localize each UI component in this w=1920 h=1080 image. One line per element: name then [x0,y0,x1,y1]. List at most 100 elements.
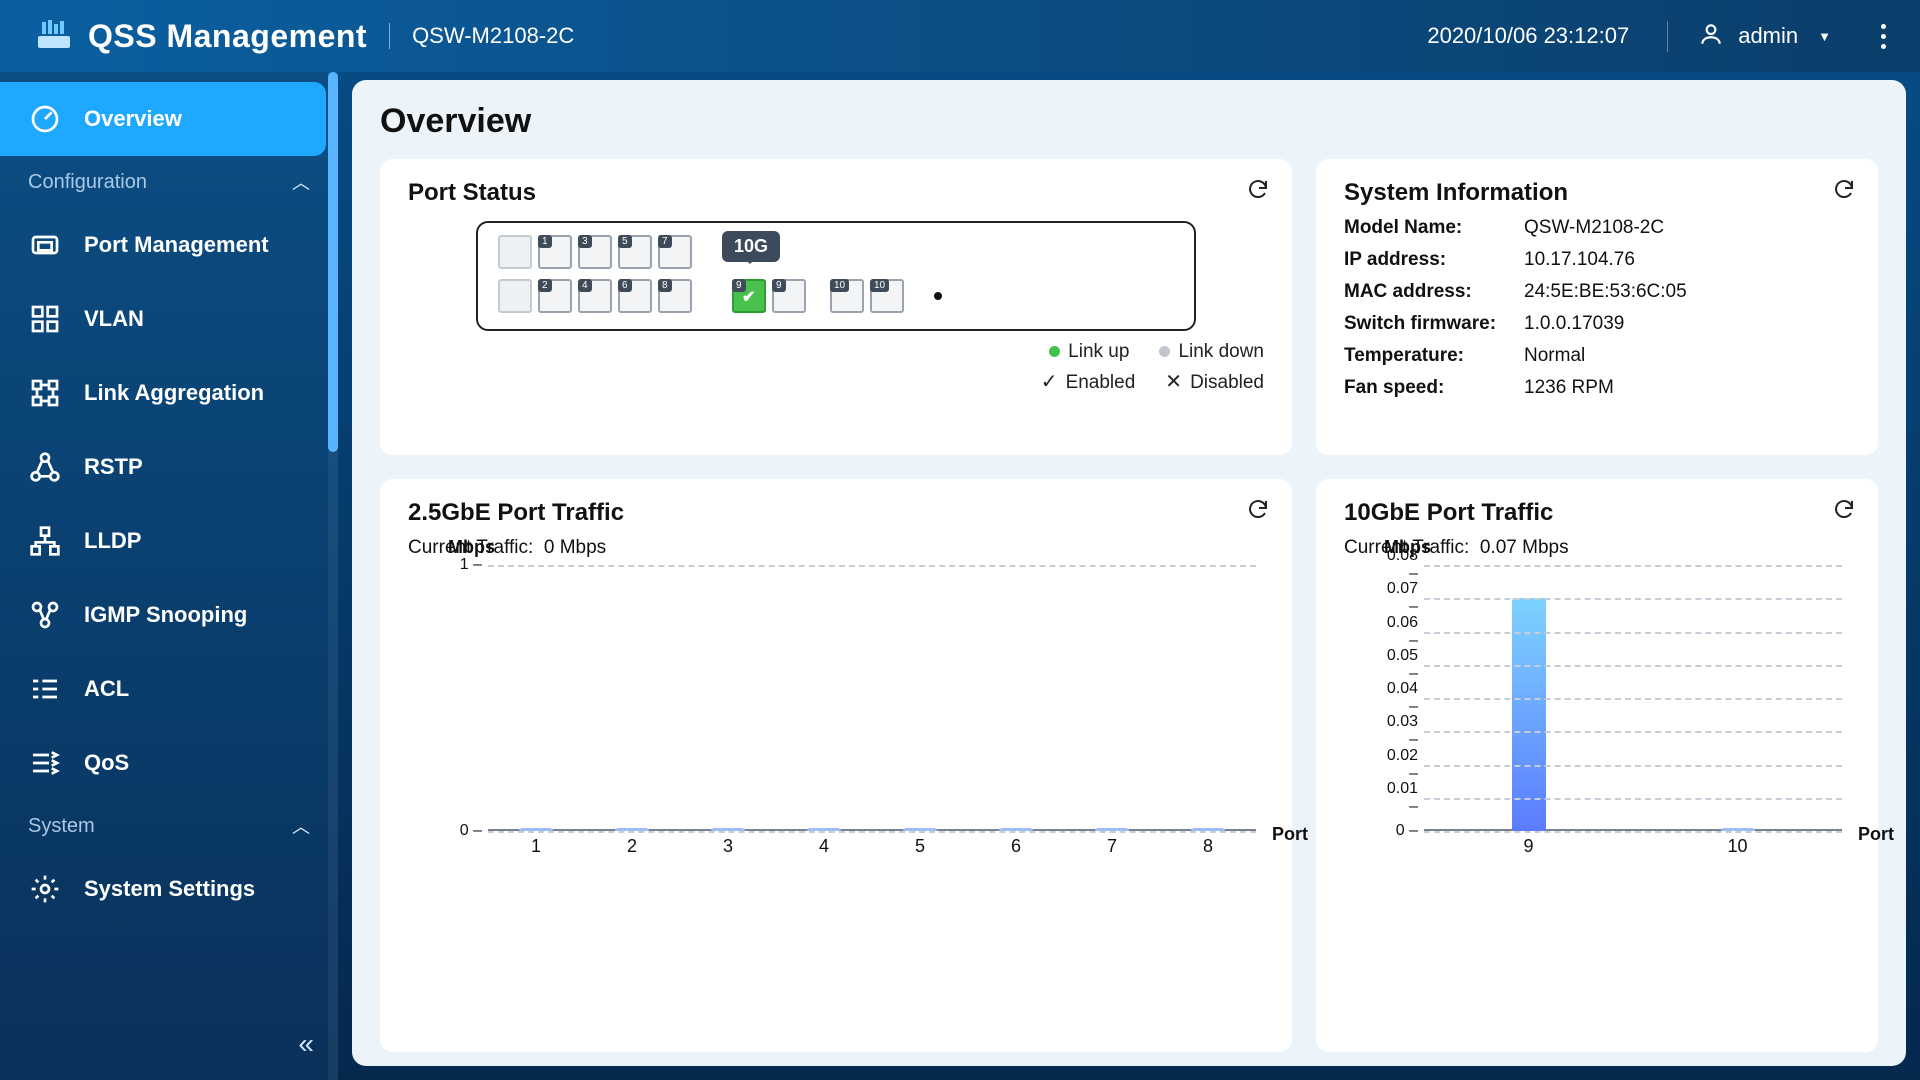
sysinfo-key: Model Name: [1344,217,1514,239]
legend-disabled: ✕Disabled [1165,369,1264,394]
sidebar-item-label: System Settings [84,876,255,902]
port-3[interactable]: 3 [578,235,612,269]
y-tick: 1 – [448,556,482,574]
refresh-button[interactable] [1246,177,1270,206]
sysinfo-key: Temperature: [1344,345,1514,367]
card-port-status: Port Status 1 3 5 7 [380,159,1292,455]
current-traffic-label: Current Traffic: 0 Mbps [408,537,1264,559]
device-model: QSW-M2108-2C [412,23,574,49]
chevron-up-icon: ︿ [292,813,310,839]
chevron-down-icon: ▼ [1818,29,1831,44]
sidebar-item-rstp[interactable]: RSTP [0,430,338,504]
chart-xlabel: Port [1272,824,1308,845]
sidebar: Overview Configuration︿ Port Management … [0,72,338,1080]
user-icon [1698,21,1724,52]
app-logo-icon [34,18,74,54]
chart-xlabel: Port [1858,824,1894,845]
y-tick: 0.04 – [1384,680,1418,716]
sidebar-item-igmp[interactable]: IGMP Snooping [0,578,338,652]
sidebar-section-system[interactable]: System︿ [0,800,338,852]
x-tick: 5 [915,836,925,857]
chart-ylabel: Mbps [448,537,495,558]
port-6[interactable]: 6 [618,279,652,313]
sidebar-section-configuration[interactable]: Configuration︿ [0,156,338,208]
y-tick: 0.01 – [1384,780,1418,816]
sidebar-item-label: ACL [84,676,129,702]
legend-enabled: ✓Enabled [1041,369,1136,394]
current-traffic-value: 0 Mbps [544,537,606,558]
user-menu[interactable]: admin ▼ [1667,21,1861,52]
y-tick: 0.05 – [1384,647,1418,683]
port-10[interactable]: 10 [830,279,864,313]
sidebar-item-label: Link Aggregation [84,380,264,406]
legend-link-down: Link down [1159,341,1264,363]
sysinfo-row: Fan speed: 1236 RPM [1344,377,1850,399]
current-traffic-value: 0.07 Mbps [1480,537,1569,558]
sysinfo-value: 1.0.0.17039 [1524,313,1624,335]
port-slot [498,235,532,269]
port-4[interactable]: 4 [578,279,612,313]
sidebar-item-label: LLDP [84,528,141,554]
app-title: QSS Management [88,18,367,55]
port-1[interactable]: 1 [538,235,572,269]
chevron-up-icon: ︿ [292,169,310,195]
x-tick: 10 [1727,836,1747,857]
x-tick: 9 [1523,836,1533,857]
app-header: QSS Management QSW-M2108-2C 2020/10/06 2… [0,0,1920,72]
more-menu-button[interactable] [1881,24,1886,49]
port-8[interactable]: 8 [658,279,692,313]
port-2[interactable]: 2 [538,279,572,313]
refresh-button[interactable] [1832,177,1856,206]
card-title: 10GbE Port Traffic [1344,499,1850,527]
sidebar-item-link-aggregation[interactable]: Link Aggregation [0,356,338,430]
chart-2p5g: Mbps Port 0 –1 –12345678 [448,565,1256,855]
refresh-button[interactable] [1832,497,1856,526]
port-9[interactable]: 9 [732,279,766,313]
sidebar-item-label: Overview [84,106,182,132]
gauge-icon [28,102,62,136]
card-title: System Information [1344,179,1850,207]
sidebar-item-label: Port Management [84,232,269,258]
sysinfo-key: Fan speed: [1344,377,1514,399]
card-system-info: System Information Model Name: QSW-M2108-… [1316,159,1878,455]
lldp-icon [28,524,62,558]
chart-10g: Mbps Port 0 –0.01 –0.02 –0.03 –0.04 –0.0… [1384,565,1842,855]
page-title: Overview [380,102,1878,141]
sidebar-item-system-settings[interactable]: System Settings [0,852,338,926]
port-10-sfp[interactable]: 10 [870,279,904,313]
sidebar-item-vlan[interactable]: VLAN [0,282,338,356]
sidebar-item-lldp[interactable]: LLDP [0,504,338,578]
sysinfo-row: Model Name: QSW-M2108-2C [1344,217,1850,239]
refresh-button[interactable] [1246,497,1270,526]
vlan-icon [28,302,62,336]
x-tick: 4 [819,836,829,857]
sysinfo-value: Normal [1524,345,1585,367]
x-tick: 1 [531,836,541,857]
sidebar-item-qos[interactable]: QoS [0,726,338,800]
port-5[interactable]: 5 [618,235,652,269]
sysinfo-value: QSW-M2108-2C [1524,217,1664,239]
port-7[interactable]: 7 [658,235,692,269]
sidebar-collapse-button[interactable]: « [298,1028,314,1060]
y-tick: 0 – [448,822,482,840]
port-9-sfp[interactable]: 9 [772,279,806,313]
sysinfo-value: 24:5E:BE:53:6C:05 [1524,281,1687,303]
sidebar-scrollbar-thumb[interactable] [328,72,338,452]
y-tick: 0.07 – [1384,580,1418,616]
sysinfo-value: 1236 RPM [1524,377,1614,399]
x-tick: 8 [1203,836,1213,857]
sidebar-item-acl[interactable]: ACL [0,652,338,726]
indicator-dot [934,292,942,300]
user-name: admin [1738,23,1798,49]
speed-badge: 10G [722,231,780,262]
x-tick: 3 [723,836,733,857]
acl-icon [28,672,62,706]
sidebar-item-overview[interactable]: Overview [0,82,326,156]
sidebar-item-port-management[interactable]: Port Management [0,208,338,282]
port-icon [28,228,62,262]
qos-icon [28,746,62,780]
y-tick: 0 – [1384,822,1418,840]
gear-icon [28,872,62,906]
sysinfo-row: IP address:10.17.104.76 [1344,249,1850,271]
header-divider [389,23,390,49]
